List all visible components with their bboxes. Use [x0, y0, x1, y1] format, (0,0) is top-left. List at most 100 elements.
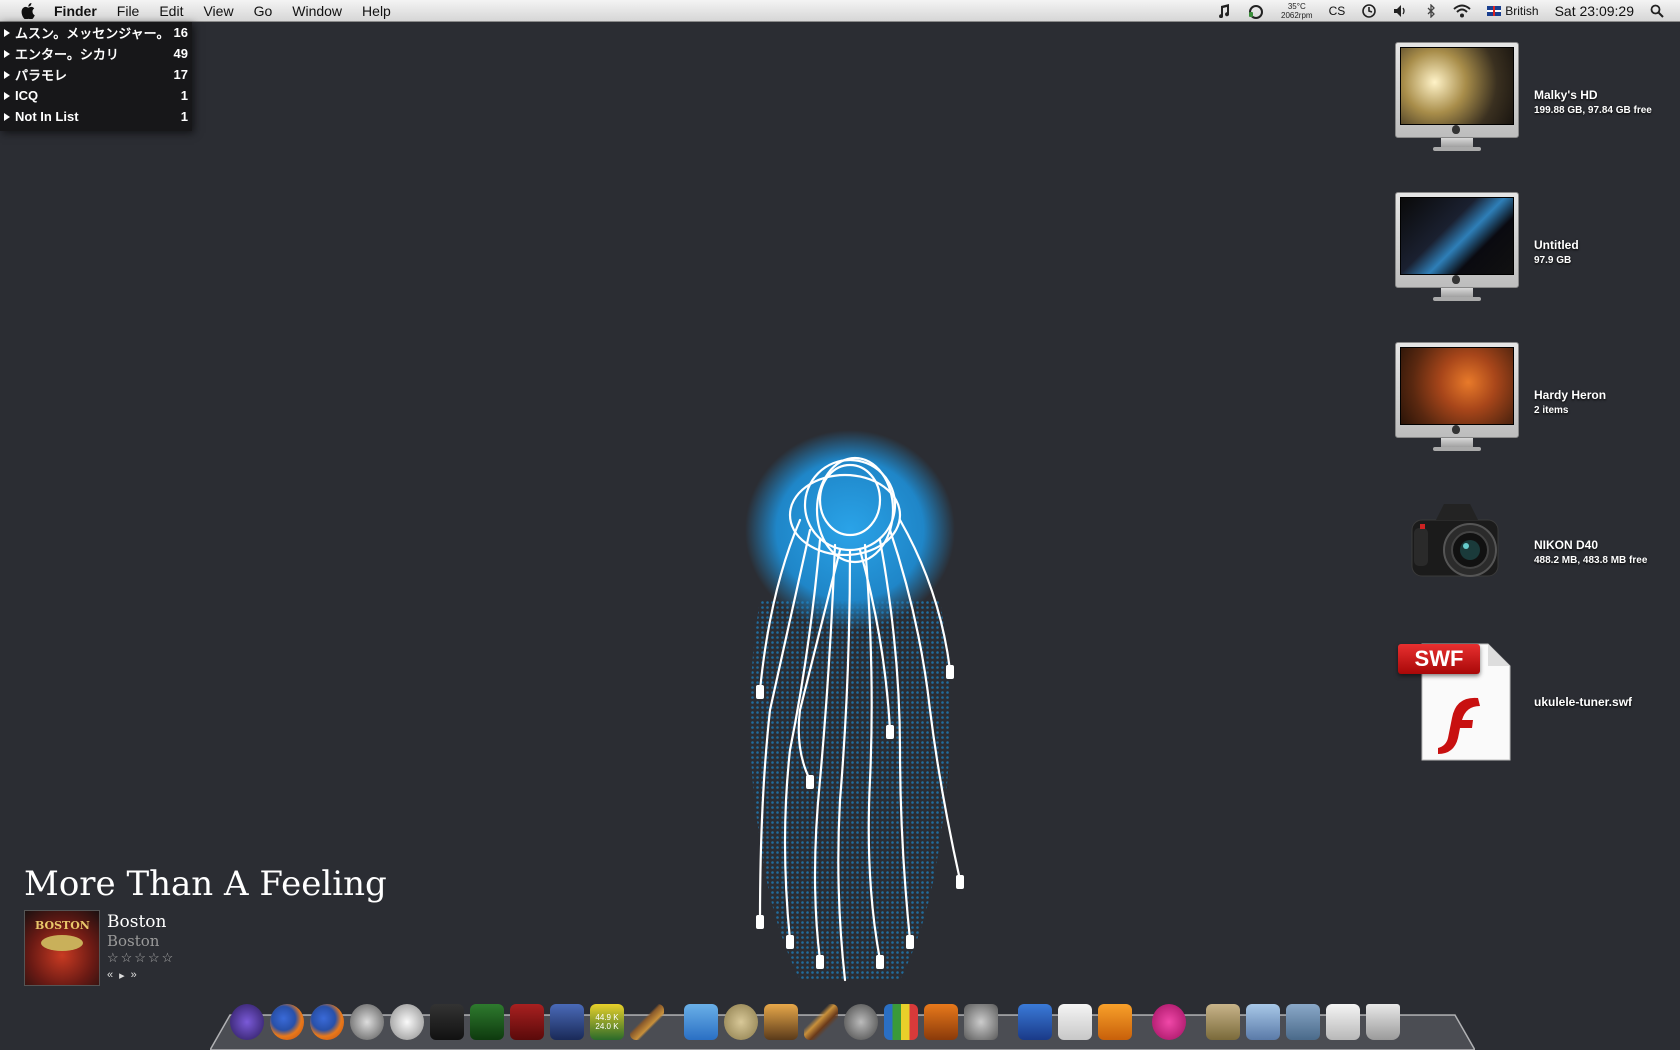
buddy-group[interactable]: Not In List 1 [0, 106, 192, 127]
buddy-group[interactable]: ムスン。メッセンジャー。 16 [0, 22, 192, 43]
icon-title: Hardy Heron [1534, 388, 1607, 402]
album-art-logo-text: BOSTON [35, 919, 90, 932]
menu-help[interactable]: Help [362, 3, 391, 19]
swf-badge: SWF [1398, 644, 1480, 674]
apple-menu-icon[interactable] [16, 2, 40, 19]
acrobat-icon[interactable] [1058, 1004, 1092, 1040]
icon-title: Malky's HD [1534, 88, 1598, 102]
previous-track-button[interactable]: « [107, 969, 113, 982]
safari-hat-icon[interactable] [724, 1004, 758, 1040]
clock[interactable]: Sat 23:09:29 [1555, 3, 1634, 19]
garageband-icon[interactable] [804, 1004, 838, 1040]
music-note-icon[interactable] [1217, 4, 1231, 18]
input-source-menu[interactable]: British [1487, 4, 1539, 18]
temperature-value: 35°C [1287, 2, 1306, 11]
desktop-icon-malkys-hd[interactable]: Malky's HD 199.88 GB, 97.84 GB free [1394, 42, 1652, 162]
spaceship-illustration [41, 935, 83, 951]
next-track-button[interactable]: » [131, 969, 137, 982]
buddy-group[interactable]: エンター。シカリ 49 [0, 43, 192, 64]
robot-icon[interactable] [430, 1004, 464, 1040]
menu-window[interactable]: Window [292, 3, 342, 19]
menu-edit[interactable]: Edit [159, 3, 183, 19]
launcher-icon[interactable] [230, 1004, 264, 1040]
imac-icon [1395, 342, 1519, 456]
group-name: ムスン。メッセンジャー。 [15, 26, 168, 41]
spotlight-search-icon[interactable] [1650, 4, 1664, 18]
icon-label: Untitled 97.9 GB [1534, 238, 1579, 266]
icon-title: NIKON D40 [1534, 538, 1599, 552]
buddy-list-panel: ムスン。メッセンジャー。 16 エンター。シカリ 49 パラモレ 17 ICQ … [0, 22, 192, 131]
guitar-icon[interactable] [630, 1004, 664, 1040]
icon-label: Malky's HD 199.88 GB, 97.84 GB free [1534, 88, 1652, 116]
network-activity-icon[interactable]: 44.9 K 24.0 K [590, 1004, 624, 1040]
lighthouse-icon[interactable] [470, 1004, 504, 1040]
net-upload-value: 44.9 K [595, 1013, 619, 1022]
disclosure-triangle-icon[interactable] [4, 49, 10, 58]
fan-speed-value: 2062rpm [1281, 11, 1313, 20]
hard-drive-imac-icon [1394, 342, 1520, 462]
menu-view[interactable]: View [203, 3, 233, 19]
charts-icon[interactable] [884, 1004, 918, 1040]
firefox-icon[interactable] [270, 1004, 304, 1040]
input-source-label: British [1505, 4, 1539, 18]
time-machine-icon[interactable] [1361, 3, 1377, 19]
hard-drive-imac-icon [1394, 42, 1520, 162]
rating-stars[interactable]: ☆☆☆☆☆ [107, 950, 175, 966]
menu-finder[interactable]: Finder [54, 3, 97, 19]
buddy-group[interactable]: パラモレ 17 [0, 64, 192, 85]
menu-extras: 35°C 2062rpm CS British Sat 23:09:29 [1217, 0, 1680, 22]
uk-flag-icon [1487, 6, 1502, 16]
icon-subtitle: 199.88 GB, 97.84 GB free [1534, 105, 1652, 116]
desktop-icon-ukulele-tuner-swf[interactable]: SWF ukulele-tuner.swf [1394, 640, 1632, 764]
volume-icon[interactable] [1393, 4, 1409, 18]
monitor-icon[interactable] [550, 1004, 584, 1040]
group-count: 49 [173, 46, 188, 61]
play-pause-button[interactable]: ▸ [119, 969, 125, 982]
applications-folder-icon[interactable] [1206, 1004, 1240, 1040]
buddy-group[interactable]: ICQ 1 [0, 85, 192, 106]
icon-title: ukulele-tuner.swf [1534, 695, 1633, 709]
playback-controls: « ▸ » [107, 969, 137, 982]
itunes-icon[interactable] [350, 1004, 384, 1040]
headset-icon[interactable] [1247, 3, 1265, 19]
mail-icon[interactable] [684, 1004, 718, 1040]
icon-subtitle: 488.2 MB, 483.8 MB free [1534, 555, 1648, 566]
menu-go[interactable]: Go [254, 3, 273, 19]
book-icon[interactable] [510, 1004, 544, 1040]
safari-icon[interactable] [390, 1004, 424, 1040]
trash-icon[interactable] [1366, 1004, 1400, 1040]
icon-subtitle: 97.9 GB [1534, 255, 1572, 266]
finder-icon[interactable] [844, 1004, 878, 1040]
group-count: 16 [173, 25, 188, 40]
disclosure-triangle-icon[interactable] [4, 112, 10, 121]
photoshop-icon[interactable] [1018, 1004, 1052, 1040]
net-download-value: 24.0 K [595, 1022, 619, 1031]
disclosure-triangle-icon[interactable] [4, 28, 10, 37]
window-icon[interactable] [1326, 1004, 1360, 1040]
hard-drive-imac-icon [1394, 192, 1520, 312]
iphoto-icon[interactable] [764, 1004, 798, 1040]
group-count: 1 [180, 109, 188, 124]
disclosure-triangle-icon[interactable] [4, 70, 10, 79]
system-preferences-icon[interactable] [964, 1004, 998, 1040]
desktop-icon-hardy-heron[interactable]: Hardy Heron 2 items [1394, 342, 1606, 462]
desktop-icon-nikon-d40[interactable]: NIKON D40 488.2 MB, 483.8 MB free [1394, 492, 1647, 612]
group-count: 1 [180, 88, 188, 103]
album-artwork[interactable]: BOSTON [24, 910, 100, 986]
desktop-icon-untitled[interactable]: Untitled 97.9 GB [1394, 192, 1579, 312]
disclosure-triangle-icon[interactable] [4, 91, 10, 100]
cs-status[interactable]: CS [1329, 4, 1346, 18]
music-player-icon[interactable] [1152, 1004, 1186, 1040]
now-playing-artist: Boston [107, 912, 167, 932]
firefox-icon[interactable] [310, 1004, 344, 1040]
documents-folder-icon[interactable] [1246, 1004, 1280, 1040]
downloads-folder-icon[interactable] [1286, 1004, 1320, 1040]
temperature-readout[interactable]: 35°C 2062rpm [1281, 2, 1313, 20]
wifi-icon[interactable] [1453, 4, 1471, 18]
group-count: 17 [173, 67, 188, 82]
illustrator-icon[interactable] [1098, 1004, 1132, 1040]
bluetooth-icon[interactable] [1425, 4, 1437, 18]
now-playing-title: More Than A Feeling [24, 864, 387, 904]
menu-file[interactable]: File [117, 3, 140, 19]
keynote-icon[interactable] [924, 1004, 958, 1040]
